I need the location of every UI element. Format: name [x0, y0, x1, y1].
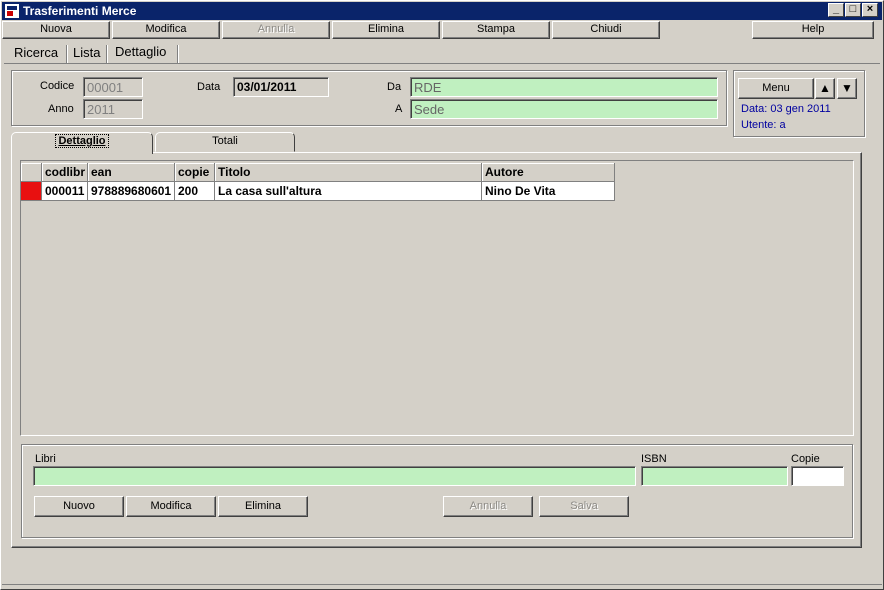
help-label: Help [801, 23, 825, 35]
arrow-up-icon[interactable]: ▲ [815, 78, 835, 99]
tab-lista-label: Lista [73, 45, 101, 60]
col-copie[interactable]: copie [175, 163, 215, 182]
date-info: Data: 03 gen 2011 [741, 103, 831, 115]
modifica-menu-button[interactable]: Modifica [112, 21, 220, 39]
col-ean[interactable]: ean [88, 163, 175, 182]
copie-label: Copie [791, 453, 820, 465]
col-codlibr[interactable]: codlibr [42, 163, 88, 182]
cell-copie[interactable]: 200 [175, 182, 215, 201]
stampa-label: Stampa [477, 23, 515, 35]
user-info: Utente: a [741, 119, 786, 131]
da-label: Da [387, 81, 402, 93]
maximize-icon[interactable]: □ [845, 3, 861, 17]
salva-button[interactable]: Salva [539, 496, 629, 517]
annulla-label: Annulla [257, 23, 295, 35]
tab-separator [177, 45, 179, 63]
cell-codlibr[interactable]: 000011 [42, 182, 88, 201]
codice-value: 00001 [87, 80, 124, 95]
col-titolo[interactable]: Titolo [215, 163, 482, 182]
menu-button-label: Menu [762, 82, 790, 94]
elimina-label: Elimina [367, 23, 405, 35]
chiudi-button[interactable]: Chiudi [552, 21, 660, 39]
nuovo-button[interactable]: Nuovo [34, 496, 124, 517]
isbn-field[interactable] [641, 466, 788, 486]
chiudi-label: Chiudi [590, 23, 622, 35]
tab-inner-dettaglio[interactable]: Dettaglio [11, 132, 153, 154]
status-divider [2, 584, 882, 585]
anno-value: 2011 [87, 102, 115, 117]
tab-underline [4, 63, 880, 64]
nuovo-label: Nuovo [63, 500, 95, 512]
modifica-button[interactable]: Modifica [126, 496, 216, 517]
row-indicator [21, 182, 42, 201]
tab-separator [106, 45, 108, 63]
arrow-down-icon[interactable]: ▼ [837, 78, 857, 99]
anno-field[interactable]: 2011 [83, 99, 143, 119]
cell-ean[interactable]: 978889680601 [88, 182, 175, 201]
col-autore[interactable]: Autore [482, 163, 615, 182]
data-value: 03/01/2011 [237, 80, 297, 94]
cell-titolo[interactable]: La casa sull'altura [215, 182, 482, 201]
salva-label: Salva [570, 500, 598, 512]
a-field[interactable]: Sede [410, 99, 718, 119]
anno-label: Anno [48, 103, 74, 115]
libri-field[interactable] [33, 466, 636, 486]
grid-corner [21, 163, 42, 182]
data-field[interactable]: 03/01/2011 [233, 77, 329, 97]
title-bar: Trasferimenti Merce [2, 2, 882, 20]
annulla-menu-button[interactable]: Annulla [222, 21, 330, 39]
data-label: Data [197, 81, 221, 93]
table-row[interactable]: 000011 978889680601 200 La casa sull'alt… [21, 182, 615, 201]
tab-separator [66, 45, 68, 63]
codice-label: Codice [40, 80, 75, 92]
a-label: A [395, 103, 403, 115]
isbn-label: ISBN [641, 453, 667, 465]
elimina-menu-button[interactable]: Elimina [332, 21, 440, 39]
minimize-icon[interactable]: _ [828, 3, 844, 17]
tab-dettaglio[interactable]: Dettaglio [111, 43, 170, 63]
tab-dettaglio-label: Dettaglio [115, 44, 167, 59]
nuova-button[interactable]: Nuova [2, 21, 110, 39]
cell-autore[interactable]: Nino De Vita [482, 182, 615, 201]
tab-ricerca[interactable]: Ricerca [10, 44, 62, 64]
window-title: Trasferimenti Merce [23, 4, 137, 18]
elimina-action-label: Elimina [244, 500, 282, 512]
elimina-button[interactable]: Elimina [218, 496, 308, 517]
stampa-button[interactable]: Stampa [442, 21, 550, 39]
modifica-label: Modifica [145, 23, 187, 35]
tab-lista[interactable]: Lista [69, 44, 104, 64]
modifica-action-label: Modifica [150, 500, 192, 512]
da-value: RDE [414, 80, 442, 95]
codice-field[interactable]: 00001 [83, 77, 143, 97]
menu-button[interactable]: Menu [738, 78, 814, 99]
tab-ricerca-label: Ricerca [14, 45, 59, 60]
tab-inner-dettaglio-label: Dettaglio [55, 134, 109, 148]
app-icon [5, 4, 19, 18]
libri-label: Libri [35, 453, 56, 465]
book-form-group [21, 444, 853, 538]
da-field[interactable]: RDE [410, 77, 718, 97]
help-button[interactable]: Help [752, 21, 874, 39]
annulla-action-label: Annulla [469, 500, 507, 512]
close-icon[interactable]: × [862, 3, 878, 17]
a-value: Sede [414, 102, 445, 117]
grid-header: codlibr ean copie Titolo Autore [21, 163, 615, 182]
nuova-label: Nuova [40, 23, 72, 35]
annulla-button[interactable]: Annulla [443, 496, 533, 517]
tab-inner-totali[interactable]: Totali [155, 132, 295, 152]
copie-field[interactable] [791, 466, 844, 486]
data-grid[interactable]: codlibr ean copie Titolo Autore 000011 9… [20, 160, 854, 436]
tab-inner-totali-label: Totali [212, 135, 238, 147]
